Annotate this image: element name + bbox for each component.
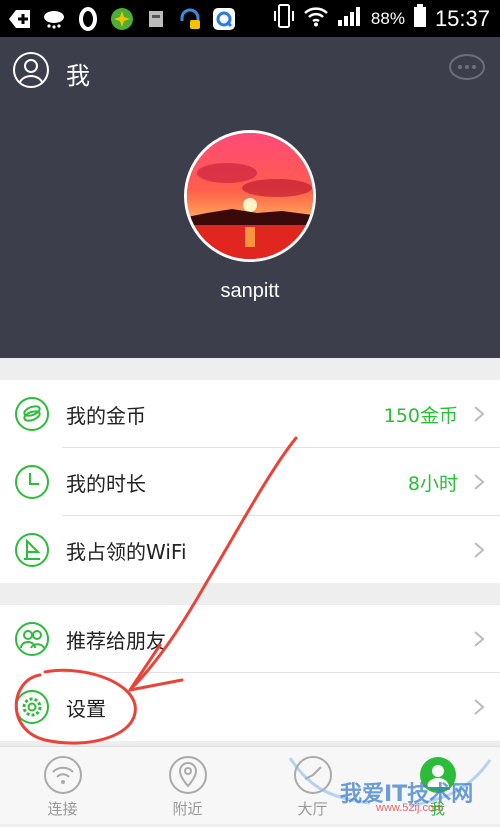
section-gap [0,358,500,380]
wifi-signal-icon [303,5,329,32]
menu-item-recommend[interactable]: 推荐给朋友 [0,605,500,673]
tab-label: 我 [429,800,445,818]
settings-label: 设置 [66,696,106,721]
menu-item-coins[interactable]: 我的金币 150金币 [0,380,500,448]
clock-icon [14,464,50,500]
chevron-right-icon [472,540,486,560]
tab-nearby[interactable]: 附近 [125,747,250,824]
app-green-icon [110,7,134,31]
app-o-icon [76,6,100,31]
battery-icon [413,4,427,33]
battery-percent: 88% [370,8,405,28]
chevron-right-icon [472,404,486,424]
weather-icon [42,7,66,31]
page-title: 我 [66,62,90,90]
duration-label: 我的时长 [66,471,146,496]
menu-item-wifi[interactable]: 我占领的WiFi [0,516,500,584]
cell-signal-icon [337,5,363,32]
tab-hall[interactable]: 大厅 [250,747,375,824]
bottom-nav: 连接 附近 大厅 我 [0,746,500,824]
status-bar: 88% 15:37 [0,0,500,37]
tab-connect[interactable]: 连接 [0,747,125,824]
avatar[interactable] [184,130,316,262]
app-box-icon [144,7,168,31]
tab-label: 大厅 [297,800,328,818]
coins-label: 我的金币 [66,403,146,428]
wifi-icon [43,755,83,795]
friends-icon [14,621,50,657]
chevron-right-icon [472,472,486,492]
chevron-right-icon [472,629,486,649]
hall-icon [293,755,333,795]
clock: 15:37 [434,5,490,31]
user-icon[interactable] [12,51,50,89]
chevron-right-icon [472,697,486,717]
menu-item-settings[interactable]: 设置 [0,673,500,741]
add-notification-icon [8,7,32,31]
tab-me[interactable]: 我 [375,747,500,824]
profile-header: 我 sanpitt [0,37,500,358]
gear-icon [14,689,50,725]
app-q-icon [212,7,236,31]
coins-value: 150金币 [383,404,458,427]
username: sanpitt [220,280,280,302]
app-headset-icon [178,7,202,31]
flag-icon [14,532,50,568]
profile-icon [418,755,458,795]
recommend-label: 推荐给朋友 [66,628,166,653]
coins-icon [14,396,50,432]
vibrate-icon [273,3,295,34]
location-pin-icon [168,755,208,795]
menu-item-duration[interactable]: 我的时长 8小时 [0,448,500,516]
tab-label: 连接 [47,800,78,818]
section-gap [0,583,500,605]
wifi-label: 我占领的WiFi [66,539,187,564]
chat-bubble-icon[interactable] [448,53,486,83]
duration-value: 8小时 [407,472,458,495]
tab-label: 附近 [172,800,203,818]
